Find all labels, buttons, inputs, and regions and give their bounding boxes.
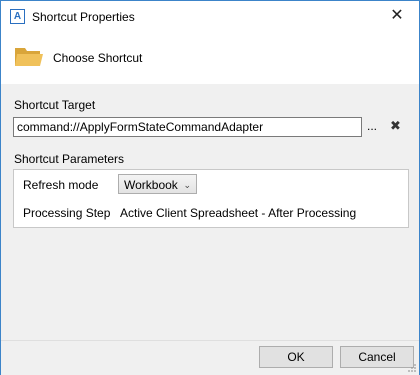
refresh-mode-label: Refresh mode — [23, 178, 99, 192]
ok-button[interactable]: OK — [259, 346, 333, 368]
dialog-header: Choose Shortcut — [1, 32, 419, 84]
window-title: Shortcut Properties — [32, 10, 135, 24]
refresh-mode-value: Workbook — [124, 178, 178, 192]
shortcut-properties-dialog: A Shortcut Properties ✕ Choose Shortcut … — [0, 0, 420, 375]
processing-step-value: Active Client Spreadsheet - After Proces… — [120, 206, 357, 220]
clear-target-icon[interactable]: ✖ — [390, 118, 401, 134]
close-button[interactable]: ✕ — [375, 1, 419, 31]
app-icon: A — [10, 9, 25, 24]
shortcut-target-label: Shortcut Target — [14, 98, 96, 112]
folder-icon — [15, 48, 43, 66]
shortcut-target-input[interactable]: command://ApplyFormStateCommandAdapter — [13, 117, 362, 137]
parameters-panel: Refresh mode Workbook ⌄ Processing Step … — [13, 169, 409, 228]
dialog-footer: OK Cancel — [1, 340, 419, 375]
shortcut-parameters-label: Shortcut Parameters — [14, 152, 125, 166]
header-title: Choose Shortcut — [53, 51, 143, 65]
chevron-down-icon: ⌄ — [183, 180, 191, 190]
processing-step-label: Processing Step — [23, 206, 111, 220]
browse-button[interactable]: ... — [367, 119, 377, 133]
refresh-mode-select[interactable]: Workbook ⌄ — [118, 174, 197, 194]
resize-grip-icon[interactable] — [407, 363, 417, 373]
cancel-button[interactable]: Cancel — [340, 346, 414, 368]
title-bar[interactable]: A Shortcut Properties ✕ — [1, 1, 419, 32]
